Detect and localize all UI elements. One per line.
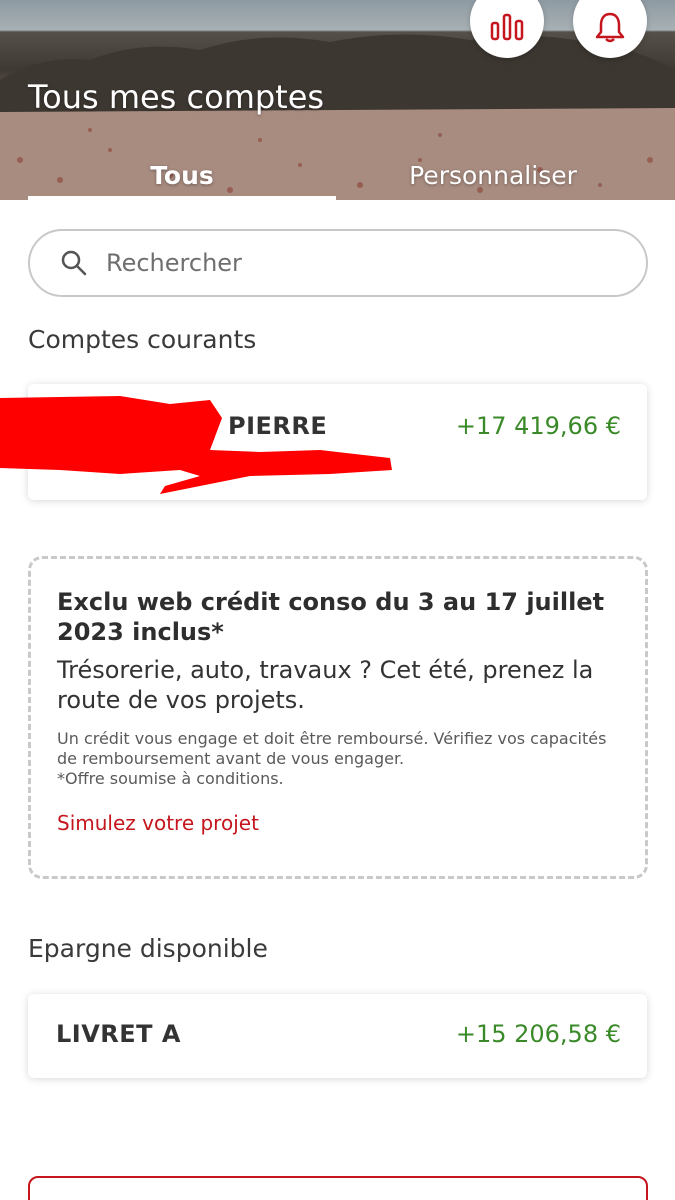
promo-title: Exclu web crédit conso du 3 au 17 juille… [57, 588, 605, 646]
simulate-project-link[interactable]: Simulez votre projet [57, 811, 259, 835]
account-name: LIVRET A [56, 1020, 181, 1048]
header-banner: Tous mes comptes Tous Personnaliser [0, 0, 675, 200]
section-title-current-accounts: Comptes courants [28, 325, 257, 354]
search-input[interactable] [106, 249, 566, 277]
promo-card: Exclu web crédit conso du 3 au 17 juille… [28, 556, 648, 879]
section-title-savings: Epargne disponible [28, 934, 268, 963]
promo-subtitle: Trésorerie, auto, travaux ? Cet été, pre… [57, 656, 594, 714]
redaction-scribble [0, 396, 392, 494]
account-card-savings[interactable]: LIVRET A +15 206,58 € [28, 994, 647, 1078]
tab-tous[interactable]: Tous [28, 150, 336, 200]
promo-legal: Un crédit vous engage et doit être rembo… [57, 729, 607, 768]
bell-icon [595, 12, 625, 43]
page-title: Tous mes comptes [28, 78, 325, 116]
search-icon [61, 250, 87, 276]
tab-personnaliser[interactable]: Personnaliser [338, 150, 648, 200]
promo-legal-text: Un crédit vous engage et doit être rembo… [57, 729, 621, 789]
bar-chart-icon [490, 13, 524, 41]
bottom-action-button[interactable] [28, 1176, 648, 1200]
account-balance: +15 206,58 € [455, 1020, 621, 1048]
active-tab-indicator [28, 196, 336, 200]
account-balance: +17 419,66 € [455, 412, 621, 440]
tab-bar: Tous Personnaliser [0, 150, 675, 200]
search-bar[interactable] [28, 229, 648, 297]
promo-legal-note: *Offre soumise à conditions. [57, 769, 284, 788]
